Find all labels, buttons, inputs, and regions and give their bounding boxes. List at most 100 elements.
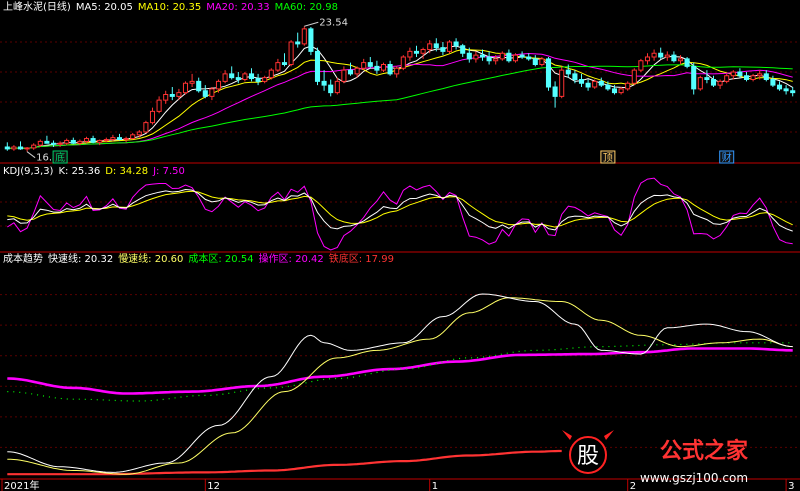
- candle-body: [136, 131, 142, 136]
- candlestick: [64, 138, 70, 146]
- candle-body: [618, 88, 624, 94]
- candlestick: [453, 38, 459, 50]
- candlestick: [539, 57, 545, 67]
- x-tick-label: 12: [207, 481, 220, 491]
- marker-label: 财: [722, 151, 732, 164]
- candlestick: [526, 53, 532, 61]
- candlestick: [592, 79, 598, 89]
- candlestick: [328, 79, 334, 97]
- kdj-k-line: [7, 188, 793, 232]
- candlestick: [209, 87, 215, 101]
- candle-body: [215, 80, 222, 90]
- candle-body: [506, 52, 512, 62]
- candle-body: [572, 73, 578, 80]
- indicator-kdj-J: J: 7.50: [152, 166, 185, 177]
- candle-body: [585, 82, 591, 88]
- candle-body: [255, 78, 261, 82]
- x-tick-label: 2: [630, 481, 636, 491]
- candle-body: [248, 73, 255, 80]
- candlestick: [631, 68, 637, 86]
- candlestick: [301, 26, 307, 46]
- candle-body: [684, 58, 690, 67]
- candle-body: [50, 142, 57, 145]
- candlestick: [559, 66, 565, 99]
- indicator-kdj-K: K: 25.36: [58, 166, 100, 177]
- candlestick: [651, 49, 657, 61]
- candlestick: [776, 81, 783, 91]
- candle-body: [163, 94, 169, 101]
- candle-body: [103, 139, 109, 141]
- candle-body: [70, 139, 76, 144]
- candlestick: [143, 120, 149, 133]
- candlestick: [578, 73, 585, 87]
- x-tick-label: 3: [788, 481, 794, 491]
- candle-body: [446, 41, 453, 52]
- candle-body: [565, 69, 571, 75]
- candlestick: [585, 79, 591, 91]
- candlestick: [697, 75, 703, 91]
- watermark-title: 公式之家: [660, 438, 749, 464]
- candle-body: [24, 147, 30, 150]
- candle-body: [427, 43, 433, 50]
- candlestick: [182, 81, 189, 95]
- indicator-MA10: MA10: 20.35: [138, 2, 201, 13]
- candlestick: [295, 32, 301, 48]
- candlestick: [440, 42, 446, 56]
- candlestick: [486, 51, 492, 65]
- candlestick: [413, 45, 420, 57]
- candlestick: [11, 145, 17, 151]
- candle-body: [664, 54, 670, 58]
- candle-body: [37, 140, 43, 146]
- candlestick: [783, 85, 789, 95]
- indicator-MA20: MA20: 20.33: [206, 2, 269, 13]
- candle-body: [691, 65, 697, 90]
- candlestick: [149, 107, 156, 125]
- candlestick: [717, 79, 723, 89]
- candle-body: [380, 64, 387, 71]
- candle-body: [97, 139, 103, 143]
- candle-body: [176, 92, 182, 97]
- candlestick: [625, 81, 631, 91]
- candlestick: [763, 70, 769, 82]
- candlestick: [83, 136, 90, 144]
- candlestick: [308, 27, 314, 56]
- candlestick: [598, 77, 604, 87]
- candlestick: [743, 72, 750, 82]
- candle-body: [57, 142, 63, 145]
- candlestick: [242, 72, 248, 82]
- candlestick: [361, 58, 367, 71]
- candle-body: [625, 82, 631, 90]
- candle-body: [281, 62, 288, 65]
- candle-body: [592, 80, 598, 88]
- candle-body: [790, 90, 796, 94]
- indicator-cost-慢速线: 慢速线: 20.60: [118, 252, 183, 265]
- candle-body: [598, 80, 604, 86]
- candlestick: [790, 87, 796, 97]
- candlestick: [268, 68, 274, 80]
- candlestick: [321, 70, 327, 91]
- candle-body: [83, 138, 90, 142]
- candlestick: [671, 51, 677, 63]
- candle-body: [328, 84, 334, 94]
- candle-body: [229, 73, 235, 79]
- candle-body: [440, 47, 446, 52]
- candle-body: [308, 28, 314, 52]
- signal-marker: 财: [719, 150, 735, 164]
- candle-body: [717, 80, 723, 86]
- cost-line-铁底区: [7, 449, 562, 476]
- low-pointer: [26, 151, 36, 159]
- candlestick: [658, 47, 664, 59]
- candlestick: [116, 133, 123, 141]
- candle-body: [479, 54, 486, 58]
- candlestick: [130, 132, 136, 140]
- candle-body: [268, 69, 274, 79]
- indicator-cost-快速线: 快速线: 20.32: [48, 252, 113, 265]
- candlestick: [499, 51, 505, 61]
- candle-body: [374, 65, 380, 71]
- candlestick: [710, 75, 717, 87]
- candle-body: [532, 58, 538, 65]
- candlestick: [380, 62, 387, 72]
- x-tick-label: 2021年: [4, 479, 39, 491]
- candle-body: [499, 52, 505, 60]
- candle-body: [354, 67, 360, 75]
